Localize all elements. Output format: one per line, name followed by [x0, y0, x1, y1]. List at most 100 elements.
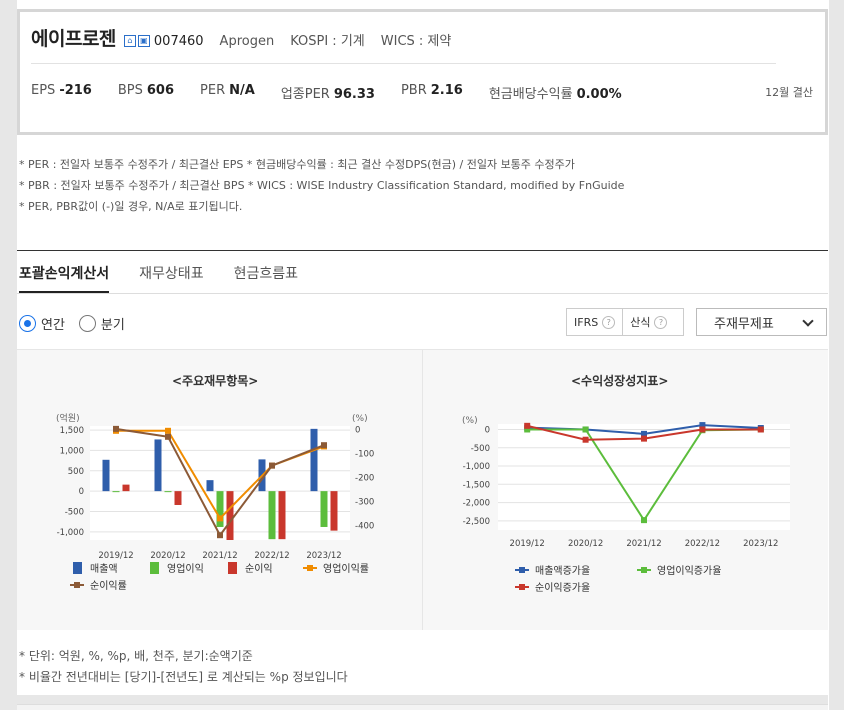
legend-swatch: [74, 582, 80, 588]
bar-영업이익: [164, 491, 172, 493]
point-영업이익증가율: [641, 517, 647, 524]
y2-tick-label: -400: [355, 522, 374, 532]
y-tick-label: -1,000: [57, 528, 84, 538]
legend-label: 매출액증가율: [535, 565, 590, 577]
standard-controls: IFRS? 산식?: [566, 308, 684, 336]
y-tick-label: 0: [79, 487, 84, 497]
stat-pbr: PBR 2.16: [400, 83, 463, 98]
tab-income-statement[interactable]: 포괄손익계산서: [19, 263, 110, 293]
x-tick-label: 2022/12: [685, 539, 720, 549]
chart-divider: [422, 349, 423, 630]
legend-swatch: [228, 562, 237, 574]
footnote-line: * 단위: 억원, %, %p, 배, 천주, 분기:순액기준: [19, 649, 253, 663]
y2-tick-label: -100: [355, 450, 374, 460]
bar-순이익: [226, 491, 234, 540]
wics-sector: WICS : 제약: [380, 34, 452, 49]
definition-notes: * PER : 전일자 보통주 수정주가 / 최근결산 EPS * 현금배당수익…: [19, 154, 624, 217]
point-순이익증가율: [524, 422, 531, 429]
ir-icon[interactable]: ▣: [137, 35, 150, 47]
period-radios: 연간 분기: [19, 314, 139, 333]
ifrs-button[interactable]: IFRS?: [567, 309, 622, 335]
bar-매출액: [310, 428, 318, 492]
bar-매출액: [154, 439, 162, 492]
x-tick-label: 2021/12: [626, 539, 661, 549]
y-tick-label: -2,000: [463, 499, 490, 509]
note-line: * PER, PBR값이 (-)일 경우, N/A로 표기됩니다.: [19, 200, 243, 213]
x-tick-label: 2023/12: [743, 539, 778, 549]
tabs-bottom-border: [17, 293, 828, 294]
x-tick-label: 2022/12: [254, 551, 289, 561]
point-순이익증가율: [582, 436, 589, 443]
help-icon[interactable]: ?: [654, 315, 668, 329]
chart2-title: <수익성장성지표>: [571, 374, 669, 388]
y-tick-label: 500: [68, 467, 84, 477]
legend-label: 순이익증가율: [535, 582, 590, 594]
stat-per: PER N/A: [200, 83, 255, 98]
help-icon[interactable]: ?: [602, 315, 616, 329]
legend-label: 순이익률: [90, 580, 127, 592]
point-영업이익률: [165, 427, 171, 434]
x-tick-label: 2020/12: [568, 539, 603, 549]
point-순이익증가율: [641, 435, 647, 442]
legend-swatch: [150, 562, 159, 574]
tab-balance-sheet[interactable]: 재무상태표: [139, 263, 203, 293]
fiscal-month: 12월 결산: [765, 86, 813, 99]
point-영업이익률: [217, 515, 223, 522]
point-순이익률: [113, 425, 119, 432]
x-tick-label: 2020/12: [150, 551, 185, 561]
legend-swatch: [519, 567, 525, 573]
bar-순이익: [330, 491, 338, 531]
left-axis-unit: (억원): [56, 412, 80, 424]
footnote-line: * 비율간 전년대비는 [당기]-[전년도] 로 계산되는 %p 정보입니다: [19, 670, 348, 684]
point-순이익률: [165, 433, 171, 440]
right-axis-unit: (%): [352, 414, 368, 424]
point-순이익증가율: [699, 426, 706, 433]
home-icon[interactable]: ⌂: [123, 35, 136, 47]
point-순이익률: [269, 462, 275, 469]
corp-header: 에이프로젠 ⌂ ▣ 007460 Aprogen KOSPI : 기계 WICS…: [31, 24, 451, 51]
bar-영업이익: [268, 491, 276, 540]
legend-swatch: [307, 565, 313, 571]
legend-label: 매출액: [90, 563, 118, 575]
y-tick-label: -1,500: [463, 480, 490, 490]
market-sector: KOSPI : 기계: [290, 34, 365, 49]
point-영업이익증가율: [582, 426, 589, 433]
formula-button[interactable]: 산식?: [622, 309, 674, 335]
bar-영업이익: [112, 491, 120, 493]
divider: [31, 63, 776, 64]
y2-tick-label: -300: [355, 498, 374, 508]
note-line: * PER : 전일자 보통주 수정주가 / 최근결산 EPS * 현금배당수익…: [19, 158, 575, 171]
x-tick-label: 2019/12: [510, 539, 545, 549]
x-tick-label: 2019/12: [98, 551, 133, 561]
unit-footnotes: * 단위: 억원, %, %p, 배, 천주, 분기:순액기준 * 비율간 전년…: [19, 646, 348, 688]
bar-매출액: [206, 480, 214, 492]
legend-swatch: [641, 567, 647, 573]
corp-name: 에이프로젠: [31, 28, 116, 50]
x-tick-label: 2021/12: [202, 551, 237, 561]
y2-tick-label: -200: [355, 474, 374, 484]
stat-eps: EPS -216: [31, 83, 92, 98]
point-순이익증가율: [757, 426, 764, 433]
tabs-top-border: [17, 250, 828, 251]
profitability-chart: (%) 0 -500 -1,000 -1,500 -2,000 -2,500 2019/12 2…: [462, 416, 790, 594]
bar-순이익: [278, 491, 286, 540]
stat-dividend-yield: 현금배당수익률 0.00%: [488, 87, 622, 102]
radio-annual[interactable]: 연간: [19, 314, 65, 333]
note-line: * PBR : 전일자 보통주 수정주가 / 최근결산 BPS * WICS :…: [19, 179, 625, 192]
radio-quarter[interactable]: 분기: [78, 314, 125, 333]
y-tick-label: -1,000: [463, 462, 490, 472]
stat-bps: BPS 606: [117, 83, 175, 98]
y2-tick-label: 0: [355, 426, 360, 436]
y-tick-label: -500: [65, 508, 84, 518]
radio-unchecked-icon[interactable]: [78, 315, 96, 332]
chevron-down-icon: [802, 315, 814, 327]
statement-select[interactable]: 주재무제표: [696, 308, 827, 336]
y-tick-label: 1,500: [60, 426, 84, 436]
x-tick-label: 2023/12: [306, 551, 341, 561]
radio-checked-icon[interactable]: [19, 315, 36, 332]
stat-industry-per: 업종PER 96.33: [280, 87, 375, 102]
y-tick-label: -2,500: [463, 517, 490, 527]
legend-label: 순이익: [245, 563, 273, 575]
financial-items-chart: (억원) (%) 1,500 1,000 500 0 -500 -1,000 0 -100 -200…: [56, 412, 374, 592]
tab-cash-flow[interactable]: 현금흐름표: [234, 263, 298, 293]
